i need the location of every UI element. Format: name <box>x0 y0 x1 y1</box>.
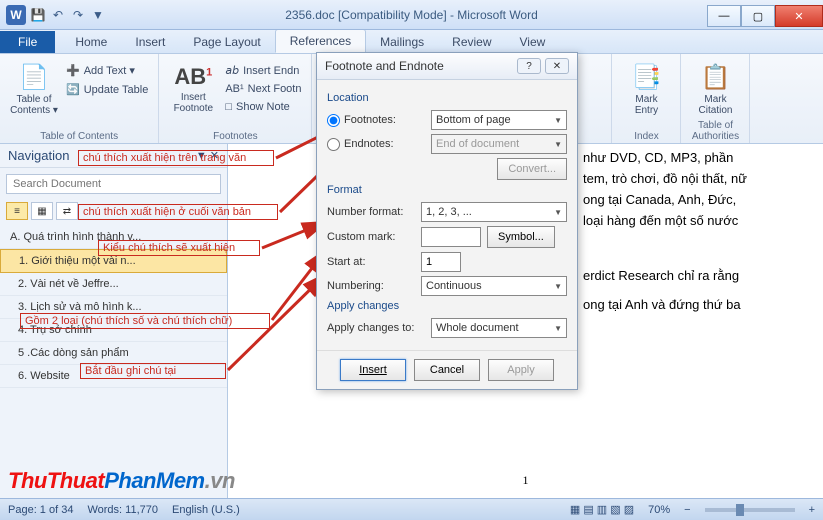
toc-icon: 📄 <box>19 63 49 92</box>
mark-entry-icon: 📑 <box>632 63 662 92</box>
custom-mark-label: Custom mark: <box>327 231 415 243</box>
dialog-close-button[interactable]: ✕ <box>545 58 569 74</box>
insert-button[interactable]: Insert <box>340 359 406 381</box>
update-table-button[interactable]: 🔄Update Table <box>64 81 150 98</box>
numbering-combo[interactable]: Continuous▼ <box>421 276 567 296</box>
tab-home[interactable]: Home <box>61 31 121 53</box>
minimize-button[interactable]: ― <box>707 5 741 27</box>
annotation: Gồm 2 loại (chú thích số và chú thích ch… <box>20 313 270 329</box>
navigation-title: Navigation <box>8 148 69 163</box>
start-at-input[interactable] <box>421 252 461 272</box>
footnote-icon: AB1 <box>174 64 212 90</box>
tab-file[interactable]: File <box>0 31 55 53</box>
apply-to-combo[interactable]: Whole document▼ <box>431 318 567 338</box>
view-buttons[interactable]: ▦ ▤ ▥ ▧ ▨ <box>570 503 634 516</box>
dialog-title: Footnote and Endnote <box>325 59 444 73</box>
mark-citation-icon: 📋 <box>701 63 731 92</box>
table-of-contents-button[interactable]: 📄 Table of Contents ▾ <box>8 58 60 120</box>
numbering-label: Numbering: <box>327 280 415 292</box>
apply-to-label: Apply changes to: <box>327 322 425 334</box>
tab-mailings[interactable]: Mailings <box>366 31 438 53</box>
next-footnote-button[interactable]: AB¹Next Footn <box>223 81 303 97</box>
zoom-in-button[interactable]: + <box>809 504 815 516</box>
add-text-button[interactable]: ➕Add Text ▾ <box>64 62 150 79</box>
next-icon: AB¹ <box>225 83 243 95</box>
endnote-icon: 𝘢𝘣 <box>225 64 239 77</box>
undo-icon[interactable]: ↶ <box>50 7 66 23</box>
refresh-icon: 🔄 <box>66 83 80 96</box>
zoom-out-button[interactable]: − <box>684 504 690 516</box>
group-label-footnotes: Footnotes <box>159 131 311 142</box>
symbol-button[interactable]: Symbol... <box>487 226 555 248</box>
custom-mark-input[interactable] <box>421 227 481 247</box>
apply-changes-label: Apply changes <box>327 300 567 312</box>
status-bar: Page: 1 of 34 Words: 11,770 English (U.S… <box>0 498 823 520</box>
apply-button: Apply <box>488 359 554 381</box>
location-label: Location <box>327 92 567 104</box>
group-label-index: Index <box>612 131 680 142</box>
window-title: 2356.doc [Compatibility Mode] - Microsof… <box>285 8 538 22</box>
tab-review[interactable]: Review <box>438 31 505 53</box>
help-button[interactable]: ? <box>517 58 541 74</box>
annotation: chú thích xuất hiện ở cuối văn bản <box>78 204 278 220</box>
nav-item[interactable]: 5 .Các dòng sản phẩm <box>0 342 227 365</box>
endnotes-radio[interactable]: Endnotes: <box>327 138 425 151</box>
annotation: Bắt đầu ghi chú tại <box>80 363 226 379</box>
doc-text: tem, trò chơi, đồ nội thất, nữ <box>583 171 803 186</box>
doc-text: erdict Research chỉ ra rằng <box>583 268 803 283</box>
status-page[interactable]: Page: 1 of 34 <box>8 504 73 516</box>
quick-access-toolbar: W 💾 ↶ ↷ ▼ <box>0 3 112 27</box>
endnotes-location-combo: End of document▼ <box>431 134 567 154</box>
tab-insert[interactable]: Insert <box>121 31 179 53</box>
title-bar: W 💾 ↶ ↷ ▼ 2356.doc [Compatibility Mode] … <box>0 0 823 30</box>
plus-icon: ➕ <box>66 64 80 77</box>
cancel-button[interactable]: Cancel <box>414 359 480 381</box>
zoom-slider[interactable] <box>705 508 795 512</box>
annotation: Kiểu chú thích sẽ xuất hiện <box>98 240 260 256</box>
nav-tab-pages[interactable]: ▦ <box>31 202 53 220</box>
mark-citation-button[interactable]: 📋 Mark Citation <box>689 58 741 120</box>
doc-text: ong tại Anh và đứng thứ ba <box>583 297 803 312</box>
number-format-combo[interactable]: 1, 2, 3, ...▼ <box>421 202 567 222</box>
footnote-endnote-dialog: Footnote and Endnote ? ✕ Location Footno… <box>316 52 578 390</box>
close-button[interactable]: ✕ <box>775 5 823 27</box>
word-logo-icon: W <box>6 5 26 25</box>
group-label-toa: Table of Authorities <box>681 120 749 142</box>
search-input[interactable] <box>6 174 221 194</box>
doc-text: loại hàng đến một số nước <box>583 213 803 228</box>
save-icon[interactable]: 💾 <box>30 7 46 23</box>
footnotes-radio[interactable]: Footnotes: <box>327 114 425 127</box>
page-number: 1 <box>523 473 529 488</box>
redo-icon[interactable]: ↷ <box>70 7 86 23</box>
show-icon: □ <box>225 101 232 113</box>
search-box[interactable] <box>6 174 221 194</box>
qat-dropdown-icon[interactable]: ▼ <box>90 7 106 23</box>
group-label-toc: Table of Contents <box>0 131 158 142</box>
number-format-label: Number format: <box>327 206 415 218</box>
mark-entry-button[interactable]: 📑 Mark Entry <box>620 58 672 120</box>
insert-endnote-button[interactable]: 𝘢𝘣Insert Endn <box>223 62 303 79</box>
tab-view[interactable]: View <box>506 31 560 53</box>
nav-item[interactable]: 2. Vài nét về Jeffre... <box>0 273 227 296</box>
format-label: Format <box>327 184 567 196</box>
annotation: chú thích xuất hiện trên trang văn <box>78 150 274 166</box>
insert-footnote-button[interactable]: AB1 Insert Footnote <box>167 58 219 120</box>
doc-text: như DVD, CD, MP3, phần <box>583 150 803 165</box>
zoom-level[interactable]: 70% <box>648 504 670 516</box>
tab-references[interactable]: References <box>275 29 366 53</box>
tab-page-layout[interactable]: Page Layout <box>179 31 274 53</box>
start-at-label: Start at: <box>327 256 415 268</box>
nav-tab-results[interactable]: ⇄ <box>56 202 78 220</box>
maximize-button[interactable]: ▢ <box>741 5 775 27</box>
footnotes-location-combo[interactable]: Bottom of page▼ <box>431 110 567 130</box>
doc-text: ong tại Canada, Anh, Đức, <box>583 192 803 207</box>
nav-tab-headings[interactable]: ≡ <box>6 202 28 220</box>
status-language[interactable]: English (U.S.) <box>172 504 240 516</box>
show-notes-button[interactable]: □Show Note <box>223 99 303 115</box>
ribbon-tabs: File Home Insert Page Layout References … <box>0 30 823 54</box>
watermark: ThuThuatPhanMem.vn <box>8 468 235 494</box>
convert-button: Convert... <box>497 158 567 180</box>
status-words[interactable]: Words: 11,770 <box>87 504 158 516</box>
